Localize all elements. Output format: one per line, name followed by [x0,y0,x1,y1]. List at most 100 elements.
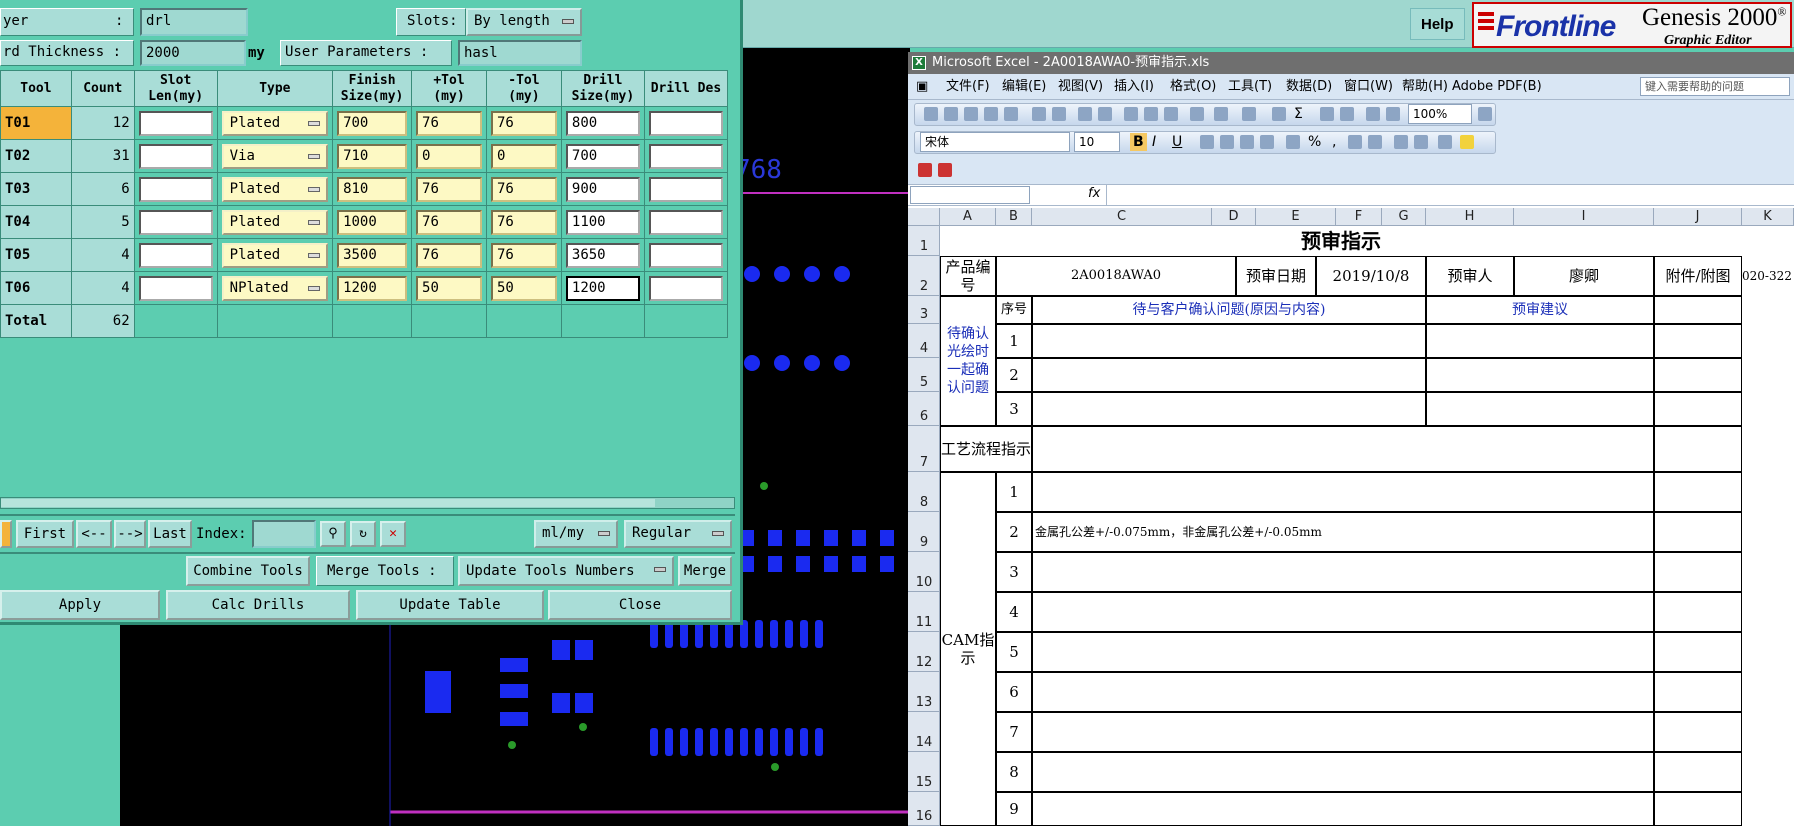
minus-tol-input[interactable]: 76 [490,110,557,136]
new-icon[interactable] [924,107,938,121]
row-header[interactable]: 14 [908,712,940,752]
review-date-label[interactable]: 预审日期 [1236,256,1316,296]
product-no-value[interactable]: 2A0018AWA0 [996,256,1236,296]
plus-tol-input[interactable]: 76 [416,242,482,268]
sort-descending-icon[interactable] [1340,107,1354,121]
cam-number[interactable]: 9 [996,792,1032,826]
drill-size-input[interactable]: 3650 [565,242,640,268]
user-params-input[interactable]: hasl [458,40,582,66]
finish-size-input[interactable]: 3500 [337,242,408,268]
type-option-menu[interactable]: NPlated [221,275,329,301]
increase-indent-icon[interactable] [1414,135,1428,149]
type-option-menu[interactable]: Plated [221,242,329,268]
row-header[interactable]: 12 [908,632,940,672]
format-painter-icon[interactable] [1190,107,1204,121]
review-date-value[interactable]: 2019/10/8 [1316,256,1426,296]
layer-input[interactable]: drl [140,8,248,36]
menu-window[interactable]: 窗口(W) [1344,74,1393,100]
drill-des-input[interactable] [648,209,723,235]
pdf-convert-icon[interactable] [918,163,932,177]
zoom-select[interactable]: 100% [1408,104,1472,124]
drill-des-input[interactable] [648,143,723,169]
type-option-menu[interactable]: Via [221,143,329,169]
row-header[interactable]: 4 [908,324,940,358]
seq-label[interactable]: 序号 [996,296,1032,324]
slot-len-input[interactable] [138,176,213,202]
help-button[interactable]: Help [1410,8,1465,40]
finish-size-input[interactable]: 1000 [337,209,408,235]
drill-size-input[interactable]: 800 [565,110,640,136]
col-header[interactable]: K [1742,208,1794,226]
merge-center-icon[interactable] [1260,135,1274,149]
finish-size-input[interactable]: 700 [337,110,408,136]
plus-tol-input[interactable]: 0 [416,143,482,169]
minus-tol-input[interactable]: 76 [490,176,557,202]
minus-tol-input[interactable]: 50 [490,275,557,301]
save-icon[interactable] [964,107,978,121]
minus-tol-input[interactable]: 76 [490,209,557,235]
cam-number[interactable]: 2 [996,512,1032,552]
finish-size-input[interactable]: 1200 [337,275,408,301]
percent-icon[interactable]: % [1308,133,1321,151]
mode-option-menu[interactable]: Regular [624,520,732,548]
plus-tol-input[interactable]: 76 [416,176,482,202]
next-button[interactable]: --> [114,520,146,548]
reviewer-label[interactable]: 预审人 [1426,256,1514,296]
seq-number[interactable]: 1 [996,324,1032,358]
slot-len-input[interactable] [138,275,213,301]
clear-icon[interactable]: ✕ [380,521,406,547]
col-header[interactable]: D [1212,208,1256,226]
paste-icon[interactable] [1164,107,1178,121]
minus-tol-input[interactable]: 76 [490,242,557,268]
row-header[interactable]: 11 [908,592,940,632]
borders-icon[interactable] [1438,135,1452,149]
type-option-menu[interactable]: Plated [221,176,329,202]
formula-input[interactable] [1106,185,1792,205]
fill-color-icon[interactable] [1460,135,1474,149]
copy-icon[interactable] [1144,107,1158,121]
row-header[interactable]: 7 [908,426,940,472]
seq-number[interactable]: 3 [996,392,1032,426]
align-center-icon[interactable] [1220,135,1234,149]
cam-number[interactable]: 5 [996,632,1032,672]
cam-number[interactable]: 3 [996,552,1032,592]
plus-tol-input[interactable]: 50 [416,275,482,301]
redo-icon[interactable] [1242,107,1256,121]
drill-des-input[interactable] [648,242,723,268]
col-header[interactable]: E [1256,208,1336,226]
board-thickness-input[interactable]: 2000 [140,40,246,66]
font-name-select[interactable]: 宋体 [920,132,1070,152]
menu-help[interactable]: 帮助(H) [1402,74,1448,100]
type-option-menu[interactable]: Plated [221,209,329,235]
cam-label[interactable]: CAM指示 [940,472,996,826]
close-button[interactable]: Close [548,590,732,620]
zoom-tool-icon[interactable]: ⚲ [320,521,346,547]
permission-icon[interactable] [984,107,998,121]
finish-size-input[interactable]: 810 [337,176,408,202]
menu-view[interactable]: 视图(V) [1058,74,1103,100]
merge-button[interactable]: Merge [678,556,732,586]
cam-item-2[interactable]: 金属孔公差+/-0.075mm，非金属孔公差+/-0.05mm [1032,512,1654,552]
hyperlink-icon[interactable] [1272,107,1286,121]
help-question-input[interactable]: 键入需要帮助的问题 [1640,77,1790,96]
drawing-icon[interactable] [1386,107,1400,121]
row-header[interactable]: 9 [908,512,940,552]
tool-cell[interactable]: T02 [0,139,72,173]
issue-header[interactable]: 待与客户确认问题(原因与内容) [1032,296,1426,324]
slot-len-input[interactable] [138,242,213,268]
sort-ascending-icon[interactable] [1320,107,1334,121]
row-header[interactable]: 3 [908,296,940,324]
sheet-title[interactable]: 预审指示 [940,226,1742,256]
product-no-label[interactable]: 产品编号 [940,256,996,296]
col-header[interactable]: I [1514,208,1654,226]
update-table-button[interactable]: Update Table [356,590,544,620]
drill-size-input[interactable]: 900 [565,176,640,202]
cam-number[interactable]: 4 [996,592,1032,632]
col-header[interactable]: B [996,208,1032,226]
help-icon[interactable] [1478,107,1492,121]
units-option-menu[interactable]: ml/my [534,520,618,548]
col-header[interactable]: H [1426,208,1514,226]
undo-icon[interactable] [1214,107,1228,121]
menu-file[interactable]: 文件(F) [946,74,990,100]
table-horizontal-scrollbar[interactable] [0,497,735,509]
